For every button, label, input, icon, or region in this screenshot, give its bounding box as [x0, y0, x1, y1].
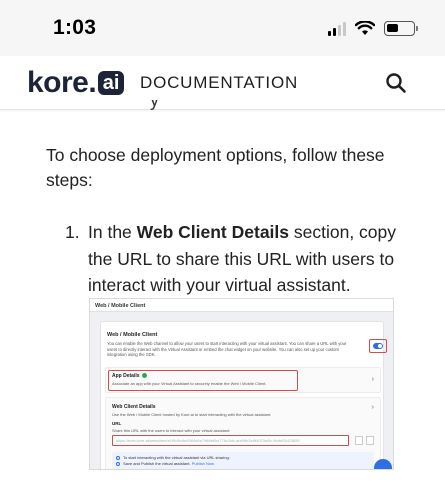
copy-icon — [355, 436, 363, 445]
shot-topbar: Web / Mobile Client — [90, 299, 393, 312]
step-number: 1. — [65, 222, 80, 242]
shot-toggle-icon — [369, 339, 387, 353]
step-1-text: In the Web Client Details section, copy … — [88, 222, 397, 295]
check-icon — [141, 373, 147, 379]
battery-icon — [384, 21, 418, 36]
shot-card-title: Web / Mobile Client — [107, 332, 158, 338]
chat-fab-icon — [374, 459, 392, 469]
search-icon[interactable] — [385, 72, 407, 94]
shot-app-title: App Details — [112, 373, 147, 379]
shot-url-label: URL — [112, 421, 122, 426]
status-bar: 1:03 — [0, 0, 445, 56]
cellular-signal-icon — [328, 21, 346, 36]
shot-app-desc: Associate an app with your Virtual Assis… — [112, 381, 267, 386]
nav-title[interactable]: DOCUMENTATION — [140, 73, 298, 93]
logo-dot: . — [88, 66, 97, 99]
step-bold-label: Web Client Details — [136, 222, 290, 242]
status-icons — [328, 21, 418, 36]
open-link-icon — [366, 436, 374, 445]
shot-card-desc: You can enable the Web channel to allow … — [107, 341, 347, 358]
kore-ai-logo[interactable]: kore . ai — [27, 66, 125, 99]
shot-wc-desc: Use the Web / Mobile Client hosted by Ko… — [112, 412, 272, 417]
shot-web-client-details: Web Client Details Use the Web / Mobile … — [105, 397, 381, 469]
intro-paragraph: To choose deployment options, follow the… — [46, 145, 385, 190]
shot-url-desc: Share this URL with the users to interac… — [112, 428, 231, 433]
shot-url-field: https://bots.kore.ai/webclient/e1f5d9c5e… — [112, 435, 349, 446]
wifi-icon — [355, 21, 375, 35]
logo-badge: ai — [97, 71, 125, 95]
status-time: 1:03 — [53, 16, 97, 39]
clipped-previous-text: y — [150, 100, 159, 110]
chevron-right-icon: › — [371, 376, 374, 383]
logo-word: kore — [27, 66, 89, 99]
web-client-screenshot: Web / Mobile Client Web / Mobile Client … — [89, 298, 394, 470]
shot-wc-title: Web Client Details — [112, 404, 156, 410]
shot-steps-box: To start interacting with the virtual as… — [112, 452, 374, 469]
shot-app-details: App Details Associate an app with your V… — [105, 367, 381, 393]
chevron-right-icon: › — [371, 404, 374, 411]
shot-card: Web / Mobile Client You can enable the W… — [100, 321, 387, 469]
